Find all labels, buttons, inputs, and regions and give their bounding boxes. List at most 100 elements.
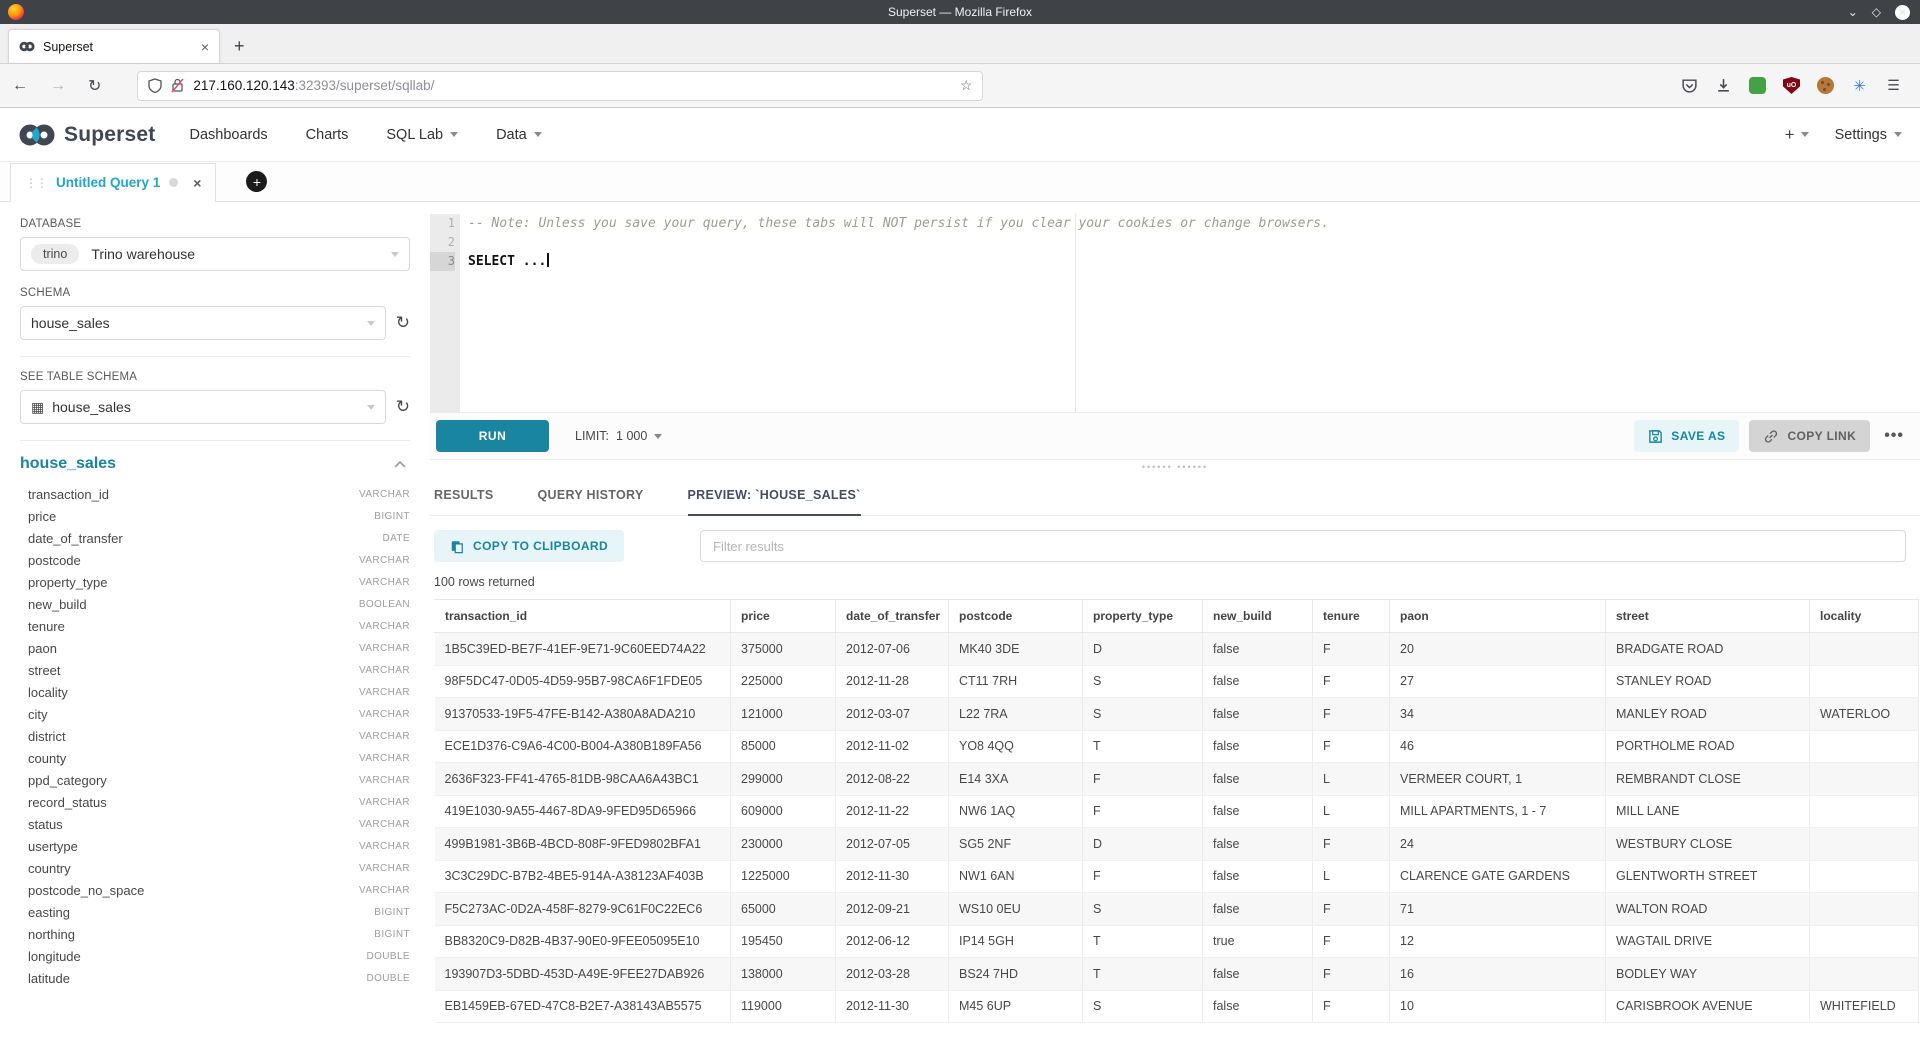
- results-column-header[interactable]: postcode: [949, 600, 1083, 633]
- table-cell: CT11 7RH: [949, 665, 1083, 698]
- table-cell: M45 6UP: [949, 990, 1083, 1023]
- table-cell: WAGTAIL DRIVE: [1606, 925, 1810, 958]
- results-table-header-row: transaction_idpricedate_of_transferpostc…: [435, 600, 1919, 633]
- schema-label: SCHEMA: [20, 287, 410, 299]
- pocket-icon[interactable]: [1681, 77, 1698, 94]
- browser-tab-close-icon[interactable]: ×: [201, 39, 209, 55]
- query-tab[interactable]: ⋮⋮ Untitled Query 1 ×: [10, 163, 216, 202]
- forward-button[interactable]: →: [50, 77, 66, 95]
- schema-select[interactable]: house_sales: [20, 306, 386, 340]
- drag-handle-icon[interactable]: ⋮⋮: [25, 176, 47, 190]
- results-column-header[interactable]: street: [1606, 600, 1810, 633]
- add-new-menu[interactable]: +: [1785, 125, 1809, 145]
- copy-to-clipboard-label: COPY TO CLIPBOARD: [473, 539, 608, 553]
- table-cell: WESTBURY CLOSE: [1606, 828, 1810, 861]
- database-value: Trino warehouse: [91, 246, 195, 262]
- cookie-extension-icon[interactable]: [1817, 77, 1834, 94]
- results-tab-preview-house-sales[interactable]: PREVIEW: `HOUSE_SALES`: [688, 488, 861, 516]
- table-schema-select[interactable]: ▦ house_sales: [20, 390, 386, 424]
- results-column-header[interactable]: new_build: [1203, 600, 1313, 633]
- query-tab-bar: ⋮⋮ Untitled Query 1 × +: [0, 162, 1920, 202]
- table-cell: NW1 6AN: [949, 860, 1083, 893]
- nav-item-data[interactable]: Data: [496, 127, 542, 143]
- new-tab-button[interactable]: +: [234, 36, 245, 57]
- window-maximize-button[interactable]: ◇: [1872, 6, 1881, 18]
- table-cell: L: [1313, 795, 1390, 828]
- nav-item-charts[interactable]: Charts: [306, 127, 349, 143]
- table-cell: 2012-07-05: [836, 828, 949, 861]
- chevron-down-icon: [534, 132, 542, 137]
- chevron-up-icon[interactable]: [394, 460, 406, 468]
- menu-icon[interactable]: ☰: [1885, 77, 1902, 94]
- refresh-table-icon[interactable]: ↻: [396, 397, 410, 417]
- table-cell: 225000: [731, 665, 836, 698]
- table-cell: false: [1203, 828, 1313, 861]
- editor-toolbar: RUN LIMIT: 1 000 SAVE AS COPY LINK •••: [430, 412, 1920, 460]
- filter-results-input[interactable]: [700, 530, 1906, 562]
- table-cell: STANLEY ROAD: [1606, 665, 1810, 698]
- url-bar[interactable]: 217.160.120.143:32393/superset/sqllab/ ☆: [137, 71, 983, 101]
- table-cell: 85000: [731, 730, 836, 763]
- results-column-header[interactable]: tenure: [1313, 600, 1390, 633]
- superset-logo-icon: [18, 123, 56, 147]
- results-actions-row: COPY TO CLIPBOARD: [430, 516, 1920, 562]
- nav-item-dashboards[interactable]: Dashboards: [189, 127, 267, 143]
- text-cursor: [547, 253, 549, 267]
- copy-link-button[interactable]: COPY LINK: [1749, 420, 1870, 452]
- ublock-origin-icon[interactable]: uO: [1783, 77, 1800, 94]
- query-tab-label: Untitled Query 1: [56, 175, 160, 190]
- results-column-header[interactable]: locality: [1810, 600, 1919, 633]
- results-column-header[interactable]: property_type: [1083, 600, 1203, 633]
- extension-asterisk-icon[interactable]: ✳: [1851, 77, 1868, 94]
- limit-dropdown[interactable]: LIMIT: 1 000: [575, 429, 662, 443]
- table-title[interactable]: house_sales: [20, 455, 116, 473]
- settings-menu[interactable]: Settings: [1835, 127, 1902, 143]
- insecure-lock-icon[interactable]: [171, 78, 184, 93]
- results-tab-query-history[interactable]: QUERY HISTORY: [538, 488, 644, 516]
- query-tab-close-icon[interactable]: ×: [193, 175, 201, 191]
- superset-brand[interactable]: Superset: [18, 123, 155, 147]
- bookmark-star-icon[interactable]: ☆: [960, 77, 973, 94]
- table-cell: 499B1981-3B6B-4BCD-808F-9FED9802BFA1: [435, 828, 731, 861]
- table-row: 3C3C29DC-B7B2-4BE5-914A-A38123AF403B1225…: [435, 860, 1919, 893]
- schema-column-row: countryVARCHAR: [20, 857, 410, 879]
- run-button[interactable]: RUN: [436, 420, 549, 452]
- more-actions-button[interactable]: •••: [1884, 427, 1904, 445]
- url-path: :32393/superset/sqllab/: [295, 78, 435, 93]
- editor-code-area[interactable]: -- Note: Unless you save your query, the…: [460, 214, 1920, 412]
- save-as-label: SAVE AS: [1671, 429, 1725, 443]
- save-as-button[interactable]: SAVE AS: [1634, 420, 1739, 452]
- downloads-icon[interactable]: [1715, 77, 1732, 94]
- results-column-header[interactable]: transaction_id: [435, 600, 731, 633]
- table-cell: EB1459EB-67ED-47C8-B2E7-A38143AB5575: [435, 990, 731, 1023]
- results-column-header[interactable]: date_of_transfer: [836, 600, 949, 633]
- results-tab-results[interactable]: RESULTS: [434, 488, 494, 516]
- copy-to-clipboard-button[interactable]: COPY TO CLIPBOARD: [434, 530, 624, 562]
- refresh-schema-icon[interactable]: ↻: [396, 313, 410, 333]
- pane-resize-handle[interactable]: •••••• ••••••: [430, 460, 1920, 474]
- reload-button[interactable]: ↻: [88, 76, 101, 96]
- add-query-tab-button[interactable]: +: [246, 171, 267, 192]
- browser-tab[interactable]: Superset ×: [8, 29, 220, 63]
- table-cell: MK40 3DE: [949, 633, 1083, 666]
- table-cell: S: [1083, 665, 1203, 698]
- browser-tab-title: Superset: [43, 40, 193, 54]
- nav-item-sql-lab[interactable]: SQL Lab: [386, 127, 458, 143]
- window-close-button[interactable]: ×: [1895, 5, 1910, 20]
- results-column-header[interactable]: paon: [1390, 600, 1606, 633]
- database-select[interactable]: trino Trino warehouse: [20, 237, 410, 271]
- sql-editor[interactable]: 123 -- Note: Unless you save your query,…: [430, 202, 1920, 412]
- table-row: 499B1981-3B6B-4BCD-808F-9FED9802BFA12300…: [435, 828, 1919, 861]
- copy-icon: [450, 539, 464, 554]
- chevron-down-icon: [391, 252, 399, 257]
- nav-item-label: Dashboards: [189, 127, 267, 143]
- shield-icon[interactable]: [148, 78, 162, 93]
- schema-column-row: cityVARCHAR: [20, 703, 410, 725]
- schema-column-type: VARCHAR: [359, 819, 410, 830]
- results-column-header[interactable]: price: [731, 600, 836, 633]
- table-cell: YO8 4QQ: [949, 730, 1083, 763]
- window-minimize-button[interactable]: ⌄: [1848, 6, 1858, 18]
- back-button[interactable]: ←: [12, 77, 28, 95]
- results-table-container[interactable]: transaction_idpricedate_of_transferpostc…: [430, 599, 1920, 1042]
- privacy-badger-icon[interactable]: [1749, 77, 1766, 94]
